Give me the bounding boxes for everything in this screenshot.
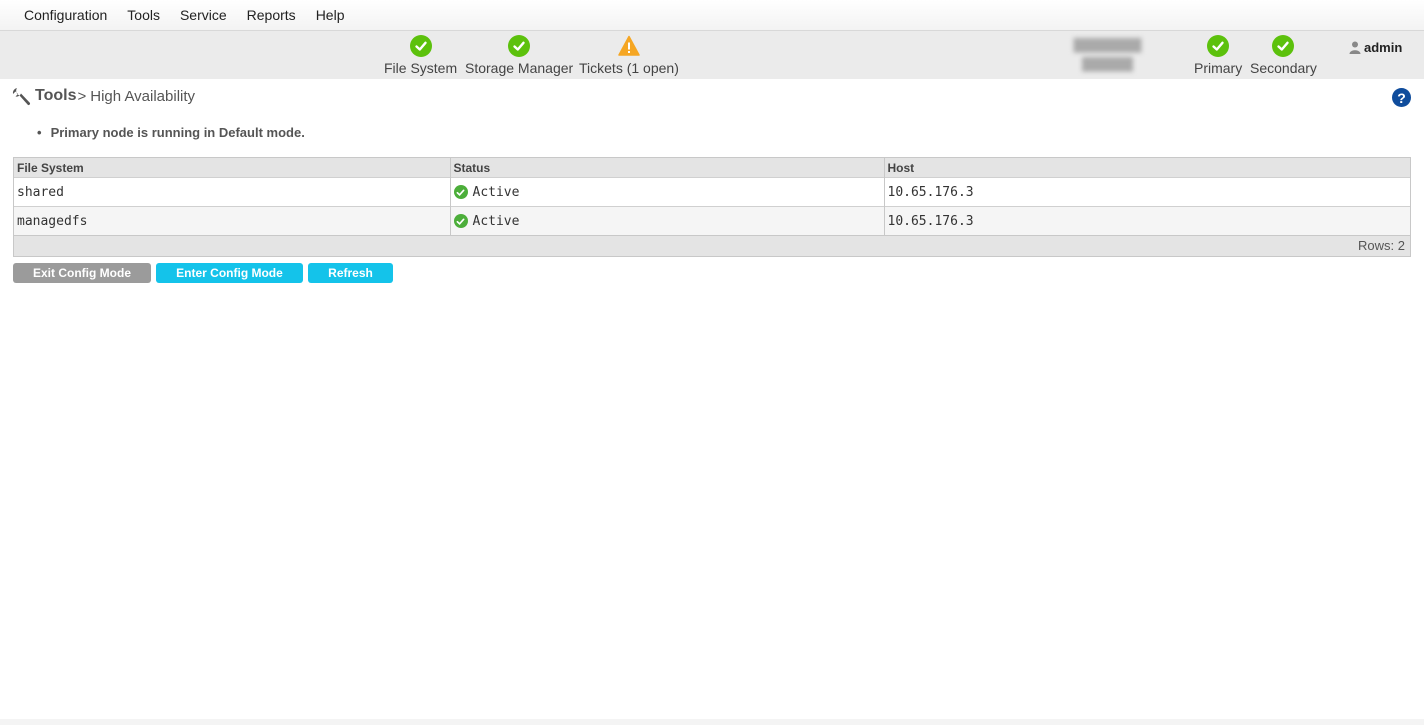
column-header-host[interactable]: Host xyxy=(884,158,1410,178)
status-storage-manager-label: Storage Manager xyxy=(465,60,574,76)
column-header-status[interactable]: Status xyxy=(450,158,885,178)
exit-config-mode-button[interactable]: Exit Config Mode xyxy=(13,263,151,283)
refresh-button[interactable]: Refresh xyxy=(308,263,393,283)
warning-icon xyxy=(618,35,640,57)
footer-strip xyxy=(0,719,1424,725)
status-secondary-label: Secondary xyxy=(1250,60,1317,76)
menu-reports[interactable]: Reports xyxy=(237,0,306,31)
cell-file-system: managedfs xyxy=(14,206,451,235)
user-name: admin xyxy=(1364,40,1403,55)
menu-help[interactable]: Help xyxy=(306,0,355,31)
status-storage-manager[interactable]: Storage Manager xyxy=(465,35,573,76)
breadcrumb-current: High Availability xyxy=(90,87,196,105)
status-text: Active xyxy=(472,213,520,229)
help-icon[interactable]: ? xyxy=(1392,88,1411,107)
cell-status: Active xyxy=(450,177,885,207)
check-icon xyxy=(1207,35,1230,57)
file-system-table: File System Status Host shared Active 10… xyxy=(13,157,1411,257)
breadcrumb-root[interactable]: Tools xyxy=(35,87,76,105)
message-text: Primary node is running in Default mode. xyxy=(50,125,305,140)
status-primary-label: Primary xyxy=(1194,60,1243,76)
menu-configuration[interactable]: Configuration xyxy=(14,0,117,31)
cell-status: Active xyxy=(450,206,885,235)
blurred-hostname: ████████ ██████ xyxy=(1073,38,1142,71)
menu-bar: Configuration Tools Service Reports Help xyxy=(0,0,1424,31)
check-icon xyxy=(409,35,432,57)
user-icon xyxy=(1349,41,1361,54)
breadcrumb-separator: > xyxy=(77,87,87,105)
wrench-icon xyxy=(12,88,31,106)
cell-host: 10.65.176.3 xyxy=(884,177,1410,207)
column-header-file-system[interactable]: File System xyxy=(14,158,451,178)
bullet-icon: • xyxy=(37,125,42,140)
menu-tools[interactable]: Tools xyxy=(117,0,170,31)
check-circle-icon xyxy=(453,214,468,228)
status-file-system-label: File System xyxy=(384,60,458,76)
status-primary[interactable]: Primary xyxy=(1194,35,1242,76)
status-bar: File System Storage Manager Tickets (1 o… xyxy=(0,31,1424,79)
row-count: Rows: 2 xyxy=(14,235,1410,256)
status-text: Active xyxy=(472,184,520,200)
user-menu[interactable]: admin xyxy=(1349,40,1402,55)
cell-host: 10.65.176.3 xyxy=(884,206,1410,235)
check-circle-icon xyxy=(453,185,468,199)
cell-file-system: shared xyxy=(14,177,451,207)
breadcrumb: Tools > High Availability xyxy=(11,86,195,106)
enter-config-mode-button[interactable]: Enter Config Mode xyxy=(156,263,303,283)
status-secondary[interactable]: Secondary xyxy=(1250,35,1317,76)
status-tickets[interactable]: Tickets (1 open) xyxy=(579,35,679,76)
check-icon xyxy=(508,35,531,57)
table-row[interactable]: shared Active 10.65.176.3 xyxy=(14,177,1410,207)
menu-service[interactable]: Service xyxy=(170,0,237,31)
table-row[interactable]: managedfs Active 10.65.176.3 xyxy=(14,206,1410,235)
status-file-system[interactable]: File System xyxy=(384,35,457,76)
check-icon xyxy=(1272,35,1295,57)
info-message: • Primary node is running in Default mode… xyxy=(37,125,305,140)
status-tickets-label: Tickets (1 open) xyxy=(579,60,679,76)
